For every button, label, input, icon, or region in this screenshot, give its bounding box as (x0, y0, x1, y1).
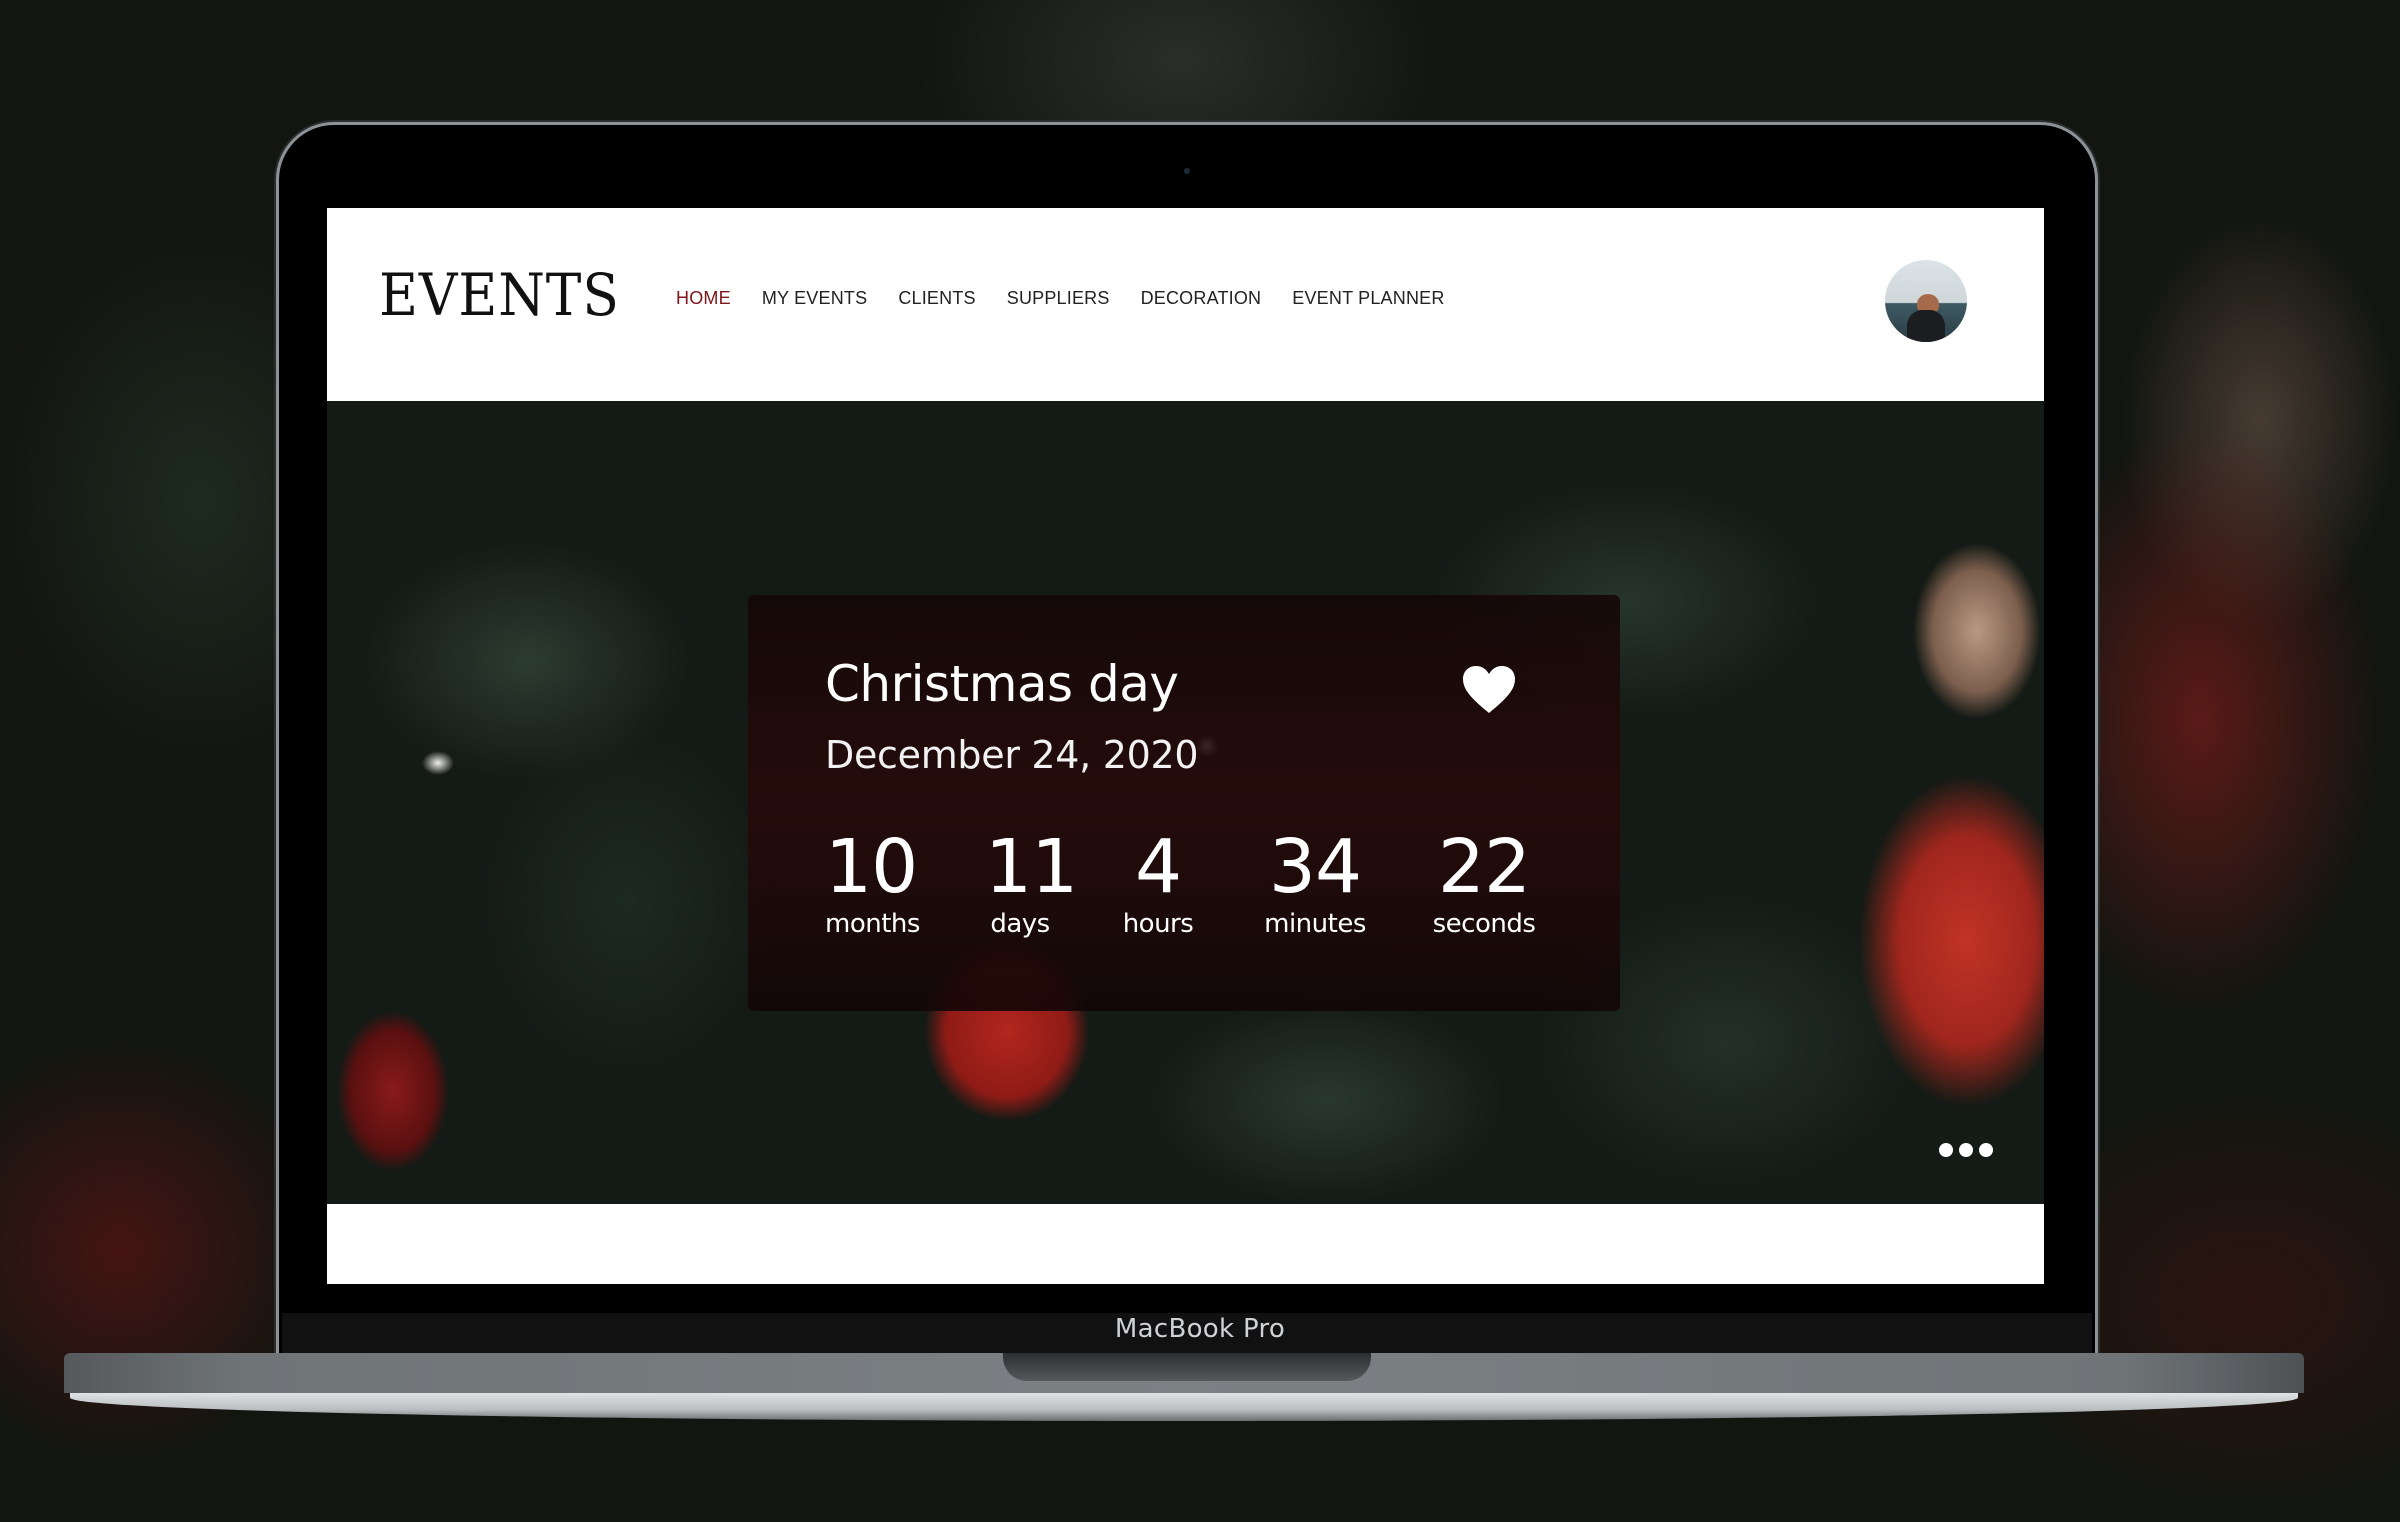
nav-link-my-events[interactable]: MY EVENTS (762, 288, 868, 309)
laptop-base-rim (70, 1393, 2298, 1421)
countdown-value: 22 (1437, 824, 1531, 910)
more-dots-icon[interactable] (1939, 1143, 1993, 1157)
countdown-unit: minutes (1264, 909, 1366, 939)
laptop-notch (1003, 1353, 1371, 1381)
countdown-days: 11 days (985, 824, 1078, 939)
heart-icon[interactable] (1462, 665, 1516, 715)
dot (1959, 1143, 1973, 1157)
countdown-seconds: 22 seconds (1429, 825, 1539, 939)
countdown-card: Christmas day December 24, 2020 10 month… (748, 595, 1620, 1011)
countdown-unit: months (825, 909, 920, 939)
nav-link-clients[interactable]: CLIENTS (898, 288, 975, 309)
countdown-unit: days (990, 909, 1050, 939)
page-footer-area (327, 1204, 2044, 1284)
logo[interactable]: EVENTS (379, 261, 620, 329)
user-avatar[interactable] (1885, 260, 1967, 342)
nav-link-suppliers[interactable]: SUPPLIERS (1007, 288, 1110, 309)
navbar: EVENTS HOME MY EVENTS CLIENTS SUPPLIERS … (327, 208, 2044, 401)
nav-link-home[interactable]: HOME (676, 288, 731, 309)
event-title: Christmas day (825, 655, 1179, 713)
dot (1939, 1143, 1953, 1157)
countdown-unit: hours (1122, 909, 1194, 939)
countdown-months: 10 months (825, 824, 920, 939)
nav-link-decoration[interactable]: DECORATION (1141, 288, 1262, 309)
nav-links: HOME MY EVENTS CLIENTS SUPPLIERS DECORAT… (676, 288, 1445, 309)
dot (1979, 1143, 1993, 1157)
countdown-value: 34 (1268, 824, 1362, 910)
countdown-hours: 4 hours (1118, 825, 1198, 939)
countdown-value: 10 (825, 824, 918, 910)
countdown-value: 4 (1134, 824, 1182, 910)
avatar-body (1907, 310, 1945, 342)
hero-banner: Christmas day December 24, 2020 10 month… (327, 401, 2044, 1204)
countdown-units: 10 months 11 days 4 hours 34 minutes 22 (825, 825, 1545, 965)
countdown-minutes: 34 minutes (1260, 825, 1370, 939)
webcam-icon (1184, 168, 1190, 174)
countdown-value: 11 (985, 824, 1078, 910)
nav-link-event-planner[interactable]: EVENT PLANNER (1292, 288, 1444, 309)
event-date: December 24, 2020 (825, 733, 1199, 777)
countdown-unit: seconds (1432, 909, 1536, 939)
laptop-screen: EVENTS HOME MY EVENTS CLIENTS SUPPLIERS … (327, 208, 2044, 1284)
device-brand-label: MacBook Pro (1114, 1314, 1286, 1344)
